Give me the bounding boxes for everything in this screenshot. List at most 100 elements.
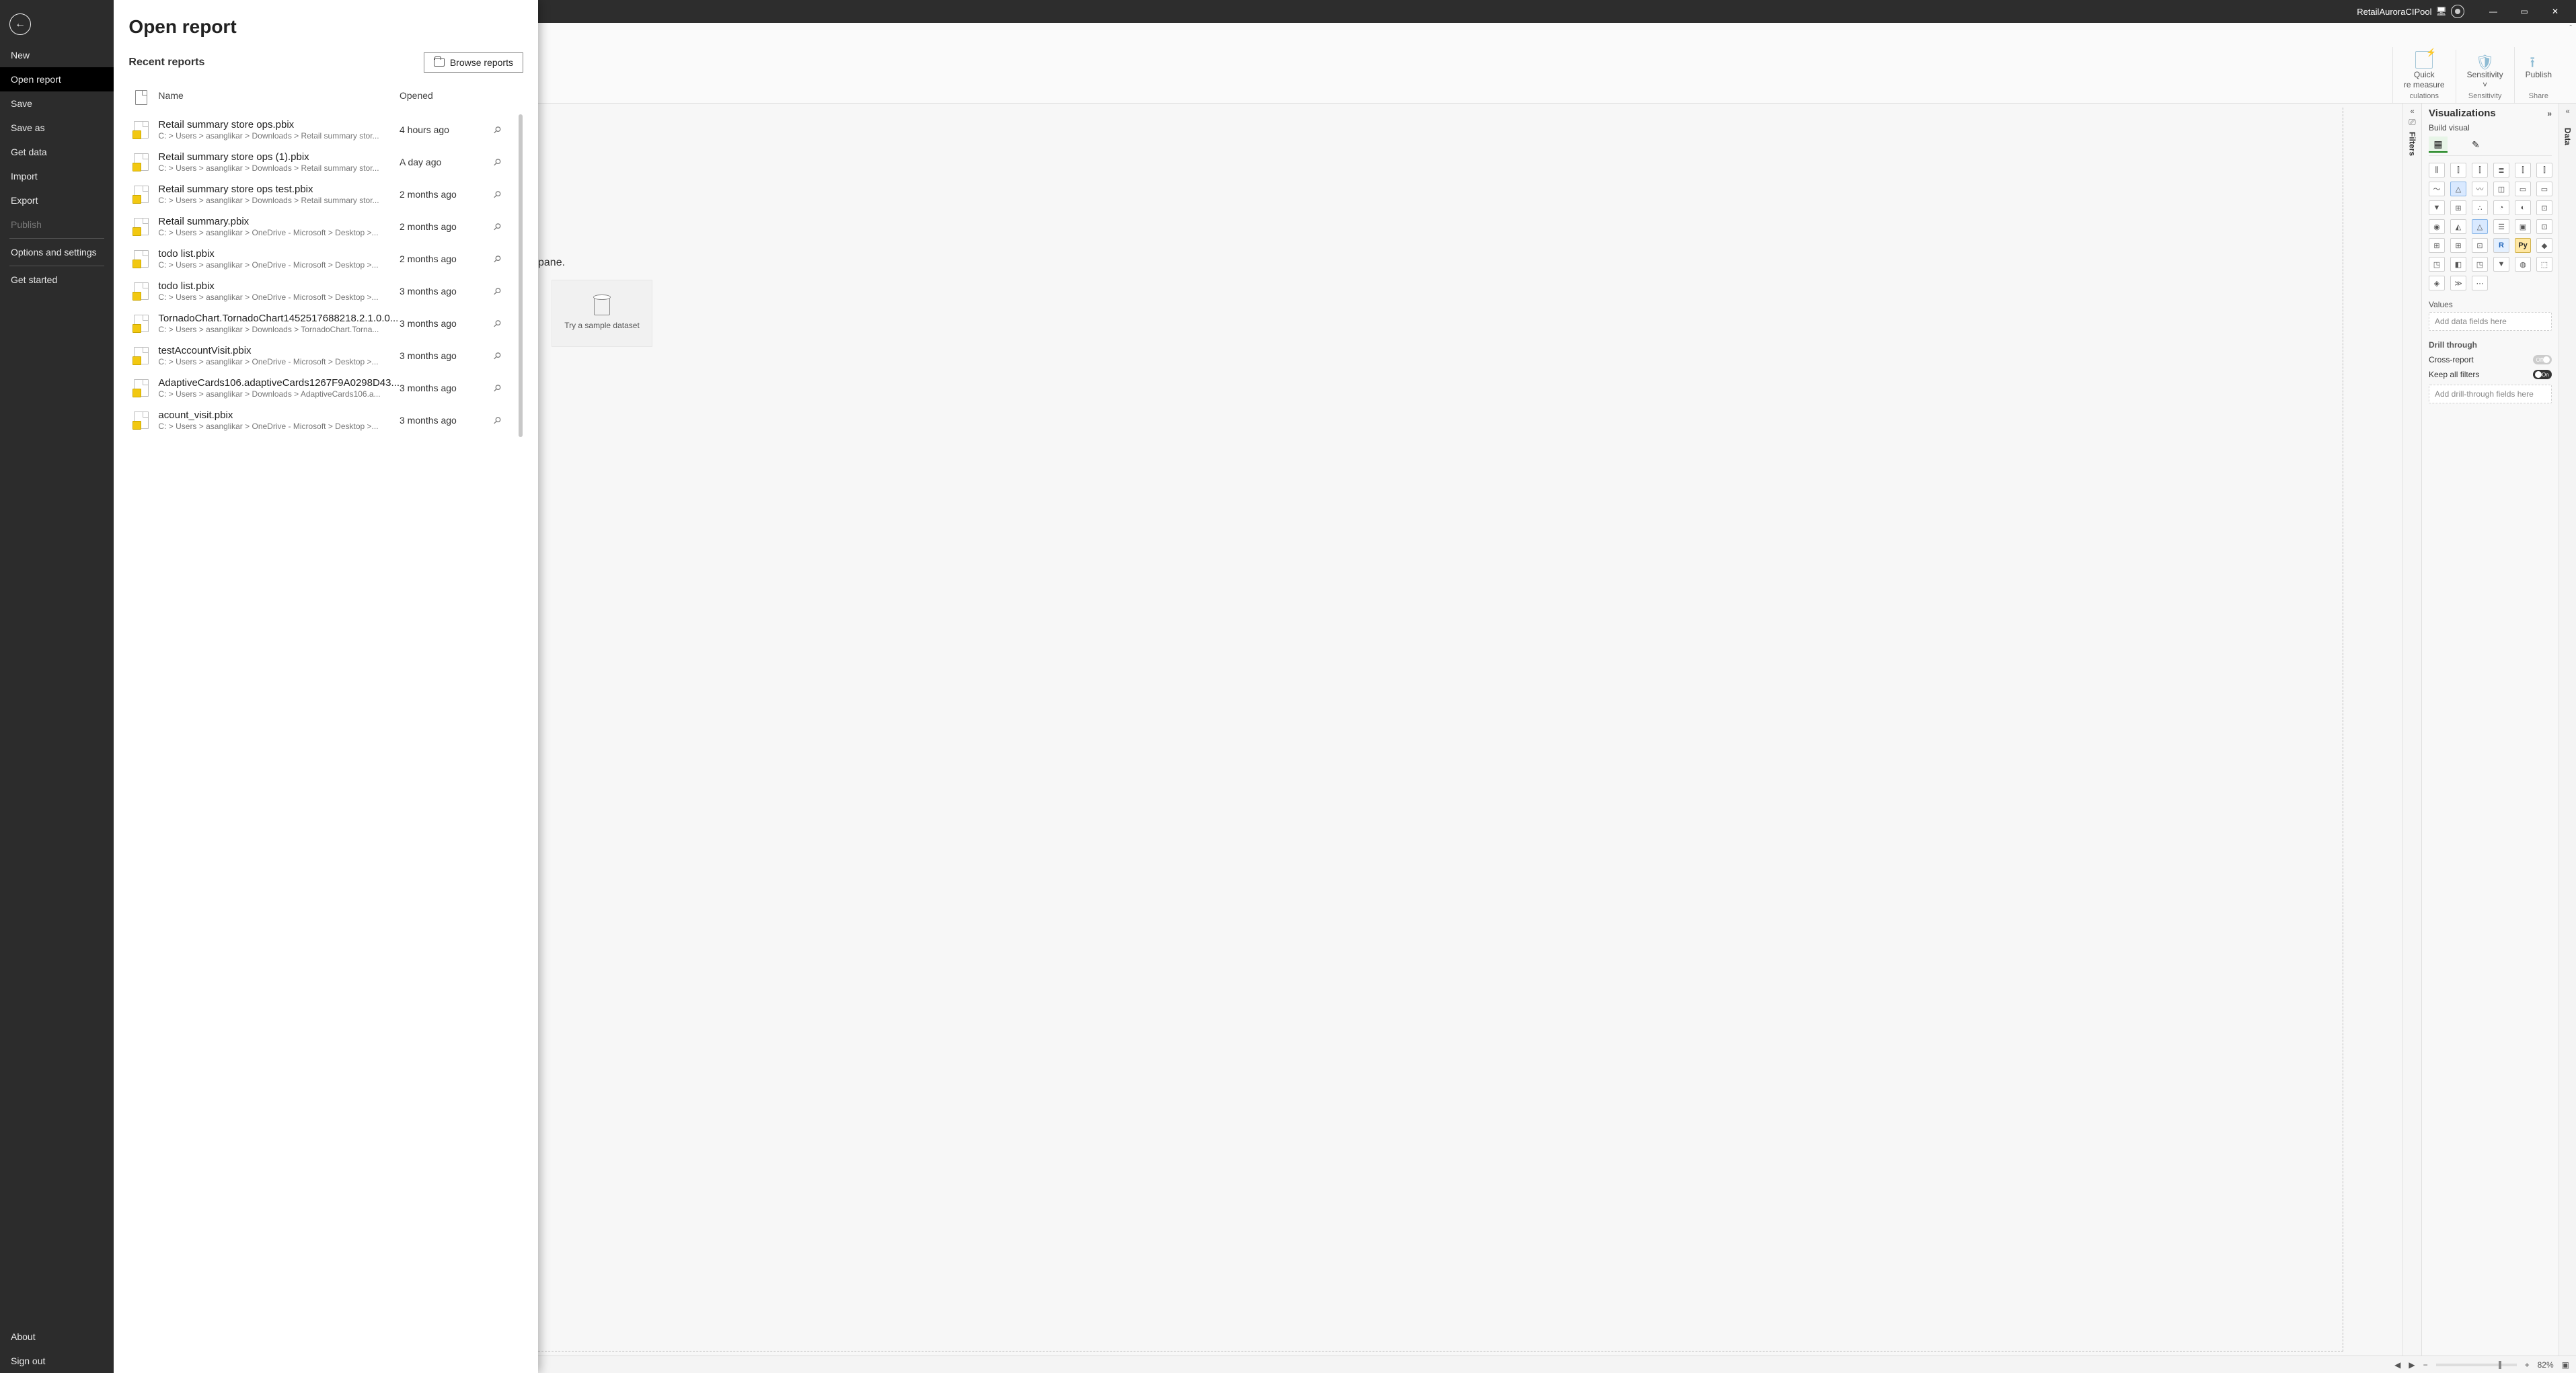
recent-report-row[interactable]: Retail summary store ops (1).pbix C: > U…: [128, 146, 523, 178]
viz-type-chip[interactable]: ◳: [2429, 257, 2445, 272]
zoom-out-button[interactable]: −: [2423, 1360, 2428, 1370]
viz-type-chip[interactable]: ⊞: [2429, 238, 2445, 253]
sidebar-item-getdata[interactable]: Get data: [0, 140, 114, 164]
viz-type-chip[interactable]: ◆: [2536, 238, 2552, 253]
zoom-in-button[interactable]: +: [2525, 1360, 2530, 1370]
viz-type-chip[interactable]: ◔: [2493, 200, 2509, 215]
sidebar-item-new[interactable]: New: [0, 43, 114, 67]
file-path: C: > Users > asanglikar > OneDrive - Mic…: [158, 260, 400, 270]
column-name[interactable]: Name: [158, 90, 400, 105]
maximize-button[interactable]: ▭: [2509, 0, 2540, 23]
viz-type-chip[interactable]: 〜: [2429, 182, 2445, 196]
ribbon-sensitivity[interactable]: Sensitivity ˅ Sensitivity: [2456, 50, 2514, 103]
viz-type-chip[interactable]: Py: [2515, 238, 2531, 253]
build-visual-tab[interactable]: ▦: [2429, 136, 2448, 153]
recent-report-row[interactable]: TornadoChart.TornadoChart1452517688218.2…: [128, 307, 523, 340]
drill-through-drop-area[interactable]: Add drill-through fields here: [2429, 385, 2552, 403]
minimize-button[interactable]: —: [2478, 0, 2509, 23]
viz-type-chip[interactable]: ▼: [2493, 257, 2509, 272]
file-path: C: > Users > asanglikar > OneDrive - Mic…: [158, 357, 400, 366]
viz-type-chip[interactable]: ☰: [2493, 219, 2509, 234]
keep-filters-state: On: [2542, 372, 2549, 378]
close-button[interactable]: ✕: [2540, 0, 2571, 23]
viz-type-chip[interactable]: ◐: [2515, 200, 2531, 215]
viz-type-chip[interactable]: ⊡: [2472, 238, 2488, 253]
recent-report-row[interactable]: todo list.pbix C: > Users > asanglikar >…: [128, 243, 523, 275]
recent-report-row[interactable]: acount_visit.pbix C: > Users > asanglika…: [128, 404, 523, 436]
viz-type-chip[interactable]: ◍: [2515, 257, 2531, 272]
data-pane-collapsed[interactable]: « Data: [2559, 104, 2576, 1356]
keep-filters-toggle[interactable]: On: [2533, 370, 2552, 379]
try-sample-dataset-card[interactable]: Try a sample dataset: [552, 280, 652, 347]
viz-type-chip[interactable]: 〰: [2472, 182, 2488, 196]
sidebar-item-saveas[interactable]: Save as: [0, 116, 114, 140]
viz-type-chip[interactable]: ▼: [2429, 200, 2445, 215]
viz-type-chip[interactable]: ▭: [2515, 182, 2531, 196]
page-nav-next[interactable]: ▶: [2409, 1360, 2415, 1370]
values-drop-area[interactable]: Add data fields here: [2429, 312, 2552, 331]
fit-to-page-button[interactable]: ▣: [2562, 1360, 2569, 1370]
cross-report-toggle[interactable]: Off: [2533, 355, 2552, 364]
viz-type-chip[interactable]: △: [2450, 182, 2466, 196]
ribbon-collapse-icon[interactable]: ˆ: [2569, 24, 2572, 32]
recent-report-row[interactable]: todo list.pbix C: > Users > asanglikar >…: [128, 275, 523, 307]
sidebar-item-getstarted[interactable]: Get started: [0, 268, 114, 292]
filters-pane-collapsed[interactable]: « ⎚ Filters: [2402, 104, 2421, 1356]
viz-type-chip[interactable]: △: [2472, 219, 2488, 234]
viz-type-chip[interactable]: ⊞: [2450, 200, 2466, 215]
viz-type-chip[interactable]: ⋯: [2472, 276, 2488, 290]
sidebar-item-open[interactable]: Open report: [0, 67, 114, 91]
viz-type-chip[interactable]: ⊡: [2536, 200, 2552, 215]
viz-type-chip[interactable]: R: [2493, 238, 2509, 253]
chevron-right-icon[interactable]: »: [2547, 109, 2552, 118]
viz-type-chip[interactable]: ⫿: [2536, 163, 2552, 178]
viz-type-chip[interactable]: ◈: [2429, 276, 2445, 290]
pbix-file-icon: [134, 411, 149, 429]
scrollbar-thumb[interactable]: [519, 114, 523, 437]
sidebar-item-signout[interactable]: Sign out: [0, 1349, 114, 1373]
sidebar-item-about[interactable]: About: [0, 1325, 114, 1349]
ribbon-quick-measure[interactable]: Quick re measure culations: [2392, 47, 2456, 103]
recent-report-row[interactable]: AdaptiveCards106.adaptiveCards1267F9A029…: [128, 372, 523, 404]
viz-type-chip[interactable]: ⫿: [2472, 163, 2488, 178]
ribbon-publish[interactable]: Publish Share: [2514, 47, 2563, 103]
page-nav-prev[interactable]: ◀: [2394, 1360, 2400, 1370]
viz-type-chip[interactable]: ≣: [2493, 163, 2509, 178]
visualization-picker-grid: ⫼ ⫿ ⫿ ≣ ⫿ ⫿ 〜 △ 〰 ◫ ▭ ▭ ▼ ⊞ ∴ ◔ ◐ ⊡ ◉ ◭ △ ☰ ▣ ⊡ ⊞ ⊞ ⊡ R Py ◆ ◳ ◧ ◳ ▼ ◍ ⬚ ◈ ≫ ⋯: [2429, 163, 2552, 290]
viz-type-chip[interactable]: ⫿: [2450, 163, 2466, 178]
file-name: Retail summary store ops.pbix: [158, 119, 400, 131]
pbix-file-icon: [134, 347, 149, 364]
viz-type-chip[interactable]: ▣: [2515, 219, 2531, 234]
viz-type-chip[interactable]: ◉: [2429, 219, 2445, 234]
file-path: C: > Users > asanglikar > Downloads > Re…: [158, 131, 400, 141]
sidebar-item-options[interactable]: Options and settings: [0, 240, 114, 264]
viz-type-chip[interactable]: ⊡: [2536, 219, 2552, 234]
viz-type-chip[interactable]: ◭: [2450, 219, 2466, 234]
keep-filters-label: Keep all filters: [2429, 370, 2479, 379]
viz-type-chip[interactable]: ∴: [2472, 200, 2488, 215]
sidebar-item-export[interactable]: Export: [0, 188, 114, 212]
viz-type-chip[interactable]: ◳: [2472, 257, 2488, 272]
viz-type-chip[interactable]: ▭: [2536, 182, 2552, 196]
file-path: C: > Users > asanglikar > Downloads > Ad…: [158, 389, 400, 399]
recent-report-row[interactable]: Retail summary.pbix C: > Users > asangli…: [128, 210, 523, 243]
column-opened[interactable]: Opened: [400, 90, 494, 105]
zoom-slider[interactable]: [2436, 1364, 2517, 1366]
browse-reports-button[interactable]: Browse reports: [424, 52, 523, 73]
sidebar-item-import[interactable]: Import: [0, 164, 114, 188]
recent-report-row[interactable]: Retail summary store ops test.pbix C: > …: [128, 178, 523, 210]
recent-report-row[interactable]: Retail summary store ops.pbix C: > Users…: [128, 114, 523, 146]
viz-type-chip[interactable]: ◫: [2493, 182, 2509, 196]
viz-type-chip[interactable]: ≫: [2450, 276, 2466, 290]
file-name: Retail summary store ops (1).pbix: [158, 151, 400, 163]
viz-type-chip[interactable]: ⫼: [2429, 163, 2445, 178]
viz-type-chip[interactable]: ◧: [2450, 257, 2466, 272]
format-visual-tab[interactable]: ✎: [2466, 136, 2485, 153]
back-button[interactable]: ←: [9, 13, 31, 35]
account-display[interactable]: RetailAuroraCIPool 🖥: [2357, 5, 2464, 18]
viz-type-chip[interactable]: ⊞: [2450, 238, 2466, 253]
viz-type-chip[interactable]: ⫿: [2515, 163, 2531, 178]
recent-report-row[interactable]: testAccountVisit.pbix C: > Users > asang…: [128, 340, 523, 372]
viz-type-chip[interactable]: ⬚: [2536, 257, 2552, 272]
sidebar-item-save[interactable]: Save: [0, 91, 114, 116]
